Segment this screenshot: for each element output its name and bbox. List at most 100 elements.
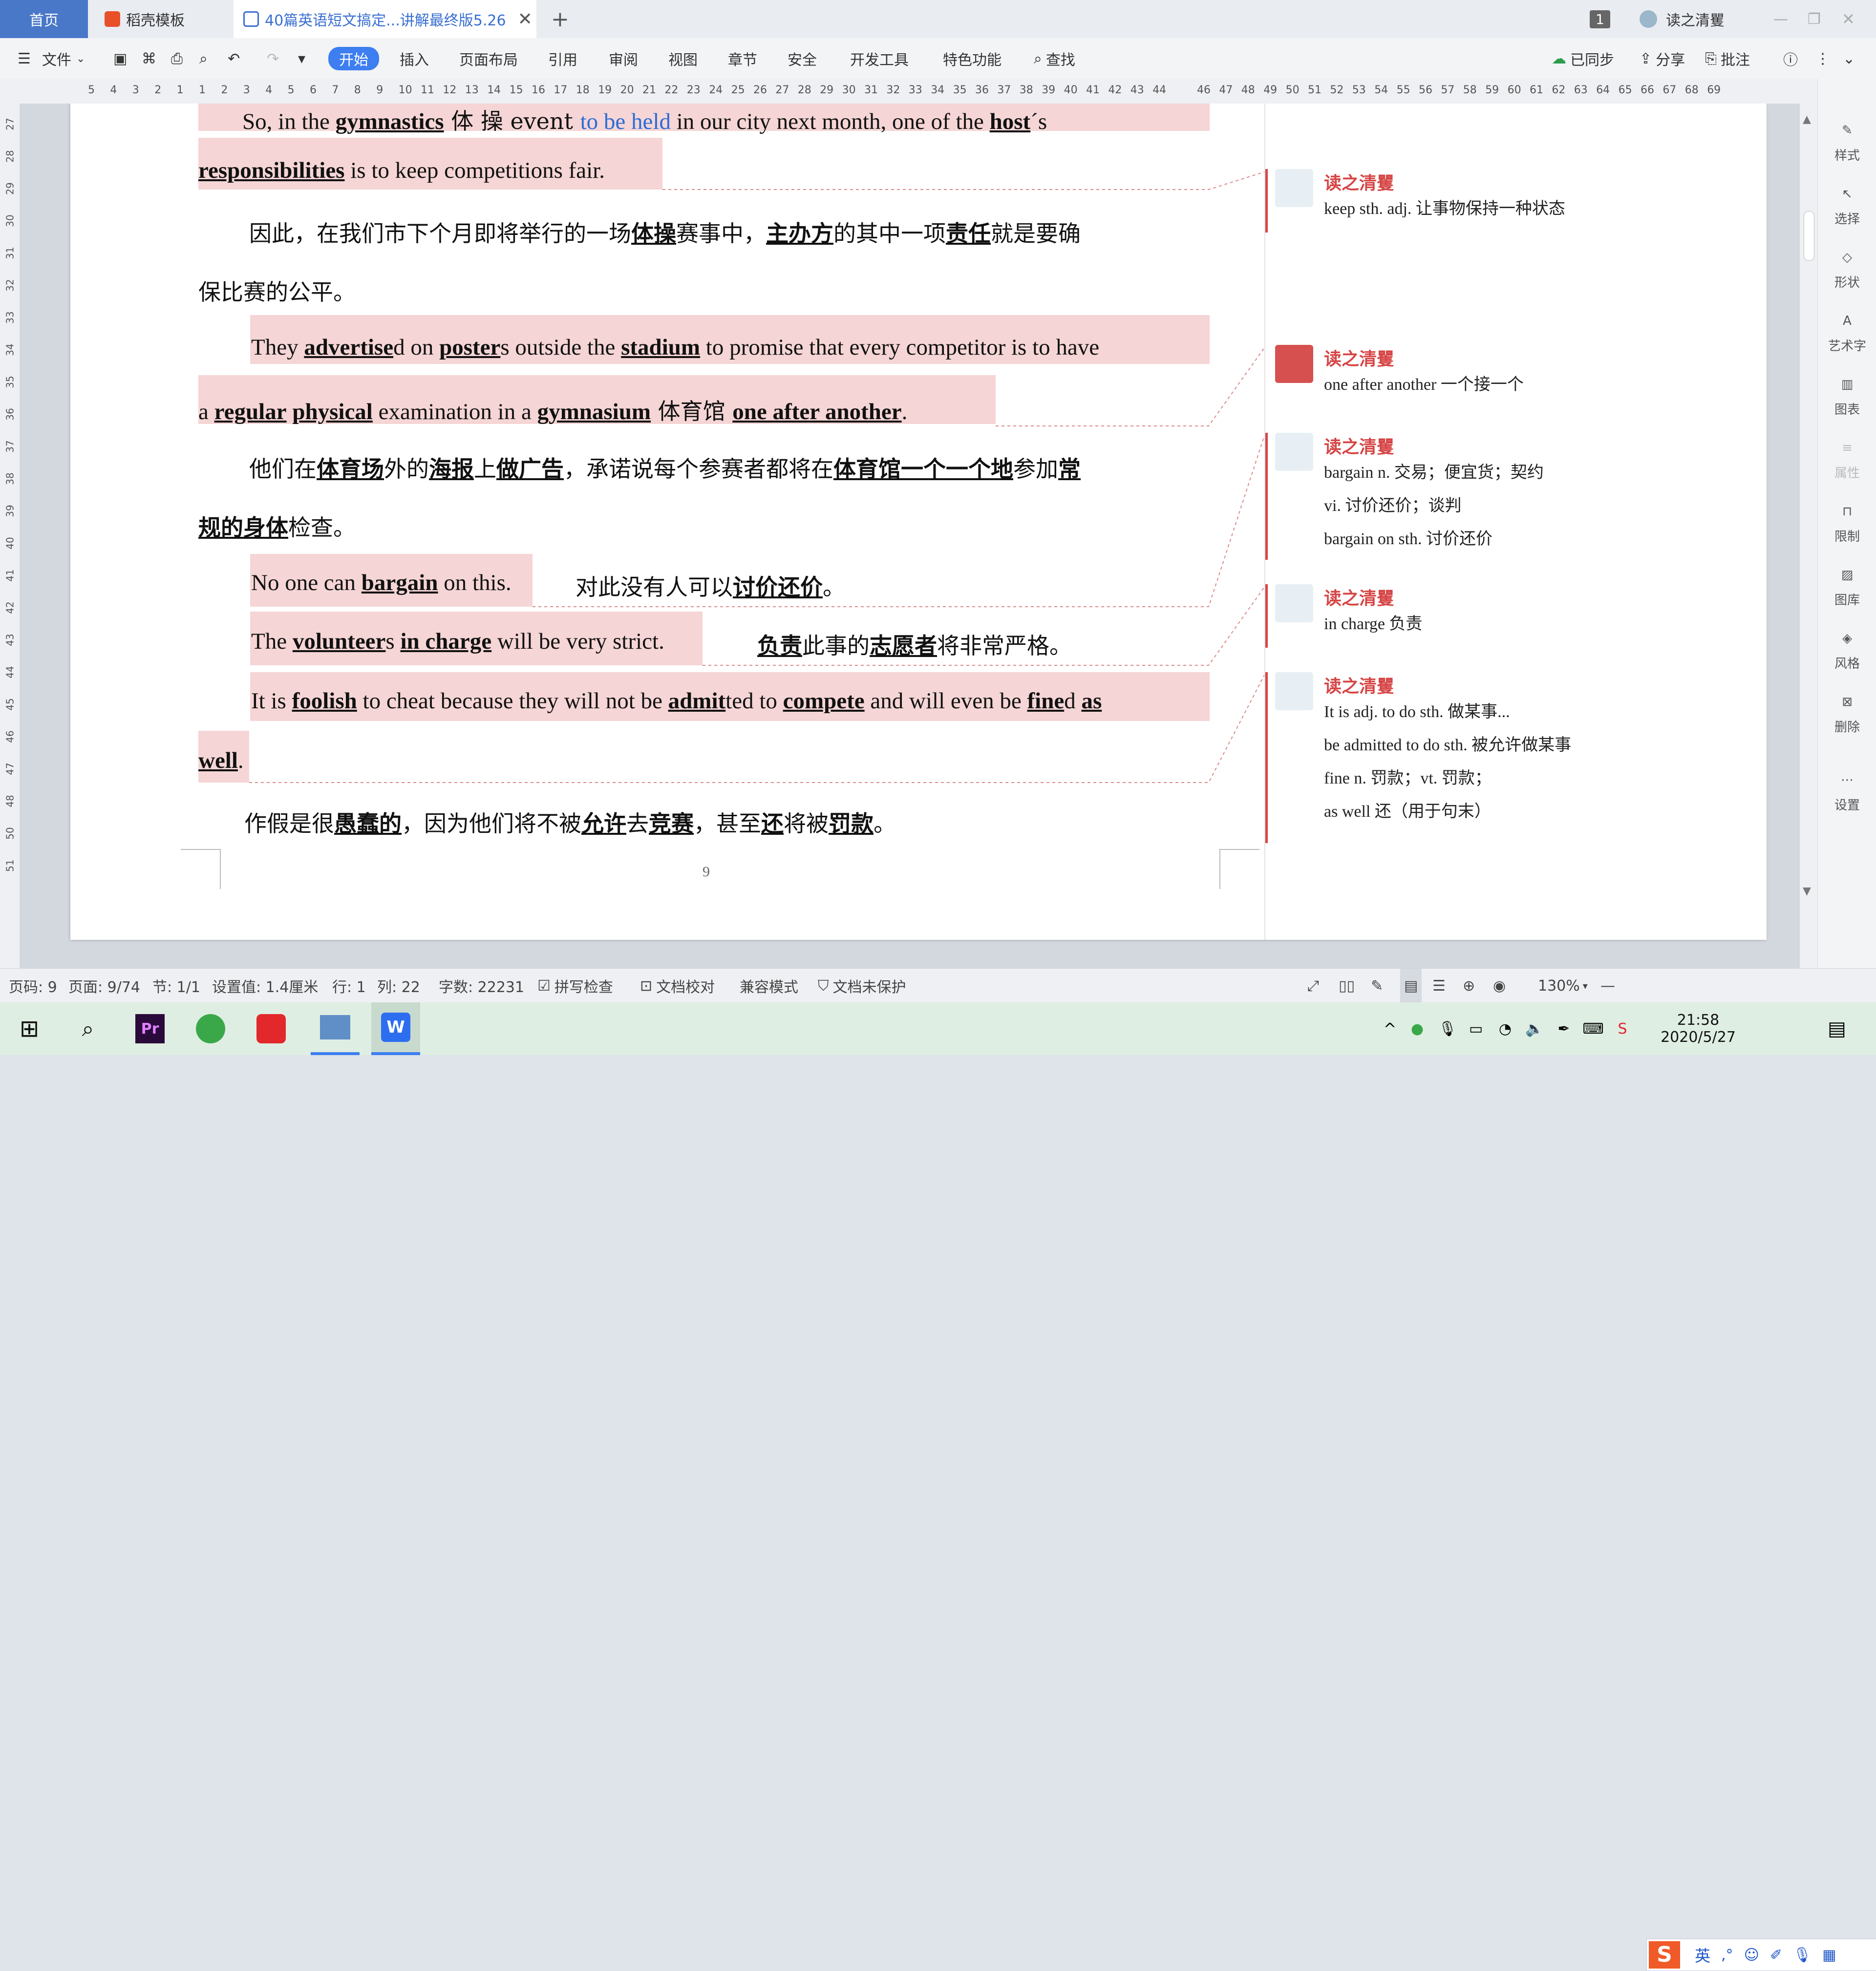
more-icon[interactable]: ⋮ — [1815, 38, 1830, 79]
shape-tool[interactable]: ◇ 形状 — [1818, 250, 1876, 291]
delete-tool[interactable]: ⊠ 删除 — [1818, 695, 1876, 735]
grid-icon[interactable]: ▦ — [1822, 1947, 1836, 1964]
ime-tray-icon[interactable]: ⌨ — [1581, 1002, 1605, 1055]
print-preview-icon[interactable]: ⌕ — [199, 38, 208, 79]
handwrite-icon[interactable]: ✐ — [1770, 1947, 1782, 1964]
user-account[interactable]: 读之清矍 — [1640, 0, 1725, 38]
tab-references[interactable]: 引用 — [548, 38, 577, 79]
premiere-app[interactable]: Pr — [128, 1002, 172, 1055]
status-setting[interactable]: 设置值: 1.4厘米 — [212, 969, 318, 1003]
ime-toolbar[interactable]: S 英 ,° ☺ ✐ 🎙 ▦ — [1646, 1939, 1876, 1971]
chart-tool[interactable]: ▥ 图表 — [1818, 377, 1876, 418]
wordart-tool[interactable]: A 艺术字 — [1818, 314, 1876, 354]
wps-app[interactable]: W — [371, 1002, 420, 1055]
file-menu[interactable]: 文件 ⌄ — [42, 38, 85, 79]
minimize-icon[interactable]: — — [1773, 0, 1788, 38]
tab-document[interactable]: 40篇英语短文搞定...讲解最终版5.26 ✕ — [234, 0, 536, 38]
emoji-icon[interactable]: ☺ — [1744, 1947, 1759, 1964]
comment-card[interactable]: 读之清矍 keep sth. adj. 让事物保持一种状态 — [1265, 169, 1754, 233]
status-section[interactable]: 节: 1/1 — [152, 969, 200, 1003]
annotate-button[interactable]: ⎘ 批注 — [1705, 38, 1750, 79]
tab-home[interactable]: 首页 — [0, 0, 88, 38]
tab-start[interactable]: 开始 — [328, 47, 379, 70]
gallery-tool[interactable]: ▨ 图库 — [1818, 568, 1876, 608]
select-tool[interactable]: ↖ 选择 — [1818, 187, 1876, 227]
reading-mode-icon[interactable]: ▯▯ — [1339, 969, 1355, 1003]
mic-icon[interactable]: 🎙 — [1793, 1947, 1812, 1964]
status-page-code[interactable]: 页码: 9 — [9, 969, 57, 1003]
tab-chapter[interactable]: 章节 — [728, 38, 757, 79]
share-button[interactable]: ⇪ 分享 — [1640, 38, 1685, 79]
new-tab-icon[interactable]: + — [551, 0, 569, 38]
tray-app-icon[interactable]: ● — [1405, 1002, 1429, 1055]
scroll-up-icon[interactable]: ▲ — [1803, 113, 1811, 126]
collapse-ribbon-icon[interactable]: ⌄ — [1843, 38, 1855, 79]
sync-button[interactable]: ☁ 已同步 — [1552, 38, 1614, 79]
fullscreen-icon[interactable]: ⤢ — [1307, 969, 1319, 1003]
battery-icon[interactable]: ▭ — [1464, 1002, 1488, 1055]
tab-features[interactable]: 特色功能 — [943, 38, 1002, 79]
maximize-icon[interactable]: ❐ — [1808, 0, 1821, 38]
proofread-button[interactable]: ⊡ 文档校对 — [640, 969, 715, 1003]
sogou-tray-icon[interactable]: S — [1610, 1002, 1635, 1055]
status-row[interactable]: 行: 1 — [332, 969, 366, 1003]
vertical-ruler[interactable]: 27 28 29 30 31 32 33 34 35 36 37 38 39 40 41 42 43 44 45 46… — [0, 104, 20, 968]
print-icon[interactable]: ⎙ — [171, 38, 183, 79]
menu-icon[interactable]: ☰ — [18, 38, 31, 79]
vertical-scrollbar[interactable]: ▲ ▼ — [1800, 104, 1817, 968]
browser-app[interactable] — [189, 1002, 233, 1055]
horizontal-ruler[interactable]: 5 4 3 2 1 1 2 3 4 5 6 7 8 9 10 11 12 13 14 15 16 17 18 19 20 21 22… — [0, 79, 1876, 104]
scroll-down-icon[interactable]: ▼ — [1803, 885, 1811, 897]
taskbar-search-icon[interactable]: ⌕ — [68, 1002, 107, 1055]
properties-tool[interactable]: ≡ 属性 — [1818, 441, 1876, 481]
style-theme-tool[interactable]: ◈ 风格 — [1818, 631, 1876, 672]
status-page[interactable]: 页面: 9/74 — [68, 969, 140, 1003]
comment-card[interactable]: 读之清矍 one after another 一个接一个 — [1265, 345, 1754, 408]
search-button[interactable]: ⌕ 查找 — [1034, 38, 1075, 79]
undo-icon[interactable]: ↶ — [228, 38, 240, 79]
pen-tray-icon[interactable]: ✒ — [1552, 1002, 1576, 1055]
close-window-icon[interactable]: ✕ — [1842, 0, 1855, 38]
comment-card[interactable]: 读之清矍 in charge 负责 — [1265, 584, 1754, 648]
help-icon[interactable]: ⓘ — [1783, 38, 1798, 79]
page-view-icon[interactable]: ▤ — [1400, 969, 1422, 1003]
status-col[interactable]: 列: 22 — [377, 969, 420, 1003]
scrollbar-thumb[interactable] — [1804, 211, 1814, 261]
close-tab-icon[interactable]: ✕ — [518, 9, 533, 29]
tray-mic-icon[interactable]: 🎙 — [1435, 1002, 1460, 1055]
zoom-level[interactable]: 130% ▾ — [1538, 969, 1588, 1003]
restrict-tool[interactable]: ⊓ 限制 — [1818, 504, 1876, 545]
wifi-icon[interactable]: ◔ — [1493, 1002, 1517, 1055]
format-painter-icon[interactable]: ⌘ — [142, 38, 156, 79]
redo-icon[interactable]: ↷ — [267, 38, 279, 79]
tab-layout[interactable]: 页面布局 — [459, 38, 518, 79]
notification-icon[interactable]: ▤ — [1817, 1002, 1856, 1055]
edit-mode-icon[interactable]: ✎ — [1371, 969, 1383, 1003]
desktop-app[interactable] — [311, 1002, 360, 1055]
protect-status[interactable]: ⛉ 文档未保护 — [818, 969, 906, 1003]
customize-icon[interactable]: ▾ — [298, 38, 305, 79]
punctuation-icon[interactable]: ,° — [1721, 1947, 1733, 1964]
styles-tool[interactable]: ✎ 样式 — [1818, 123, 1876, 164]
window-count-badge[interactable]: 1 — [1590, 0, 1610, 38]
settings-tool[interactable]: ⋯ 设置 — [1818, 773, 1876, 813]
web-view-icon[interactable]: ⊕ — [1463, 969, 1475, 1003]
ime-mode[interactable]: 英 — [1695, 1944, 1710, 1966]
tab-view[interactable]: 视图 — [668, 38, 698, 79]
tab-security[interactable]: 安全 — [788, 38, 817, 79]
clock[interactable]: 21:58 2020/5/27 — [1649, 1002, 1747, 1055]
comment-card[interactable]: 读之清矍 bargain n. 交易；便宜货；契约 vi. 讨价还价；谈判 barg… — [1265, 433, 1754, 560]
outline-view-icon[interactable]: ☰ — [1432, 969, 1446, 1003]
tab-review[interactable]: 审阅 — [609, 38, 638, 79]
tab-insert[interactable]: 插入 — [400, 38, 429, 79]
comment-card[interactable]: 读之清矍 It is adj. to do sth. 做某事... be admi… — [1265, 672, 1754, 843]
youdao-app[interactable] — [249, 1002, 293, 1055]
eye-protect-icon[interactable]: ◉ — [1493, 969, 1506, 1003]
save-icon[interactable]: ▣ — [113, 38, 127, 79]
volume-icon[interactable]: 🔈 — [1522, 1002, 1547, 1055]
tab-template[interactable]: 稻壳模板 — [93, 0, 230, 38]
tab-developer[interactable]: 开发工具 — [850, 38, 909, 79]
zoom-out-icon[interactable]: — — [1600, 969, 1615, 1003]
tray-expand-icon[interactable]: ^ — [1378, 1002, 1402, 1055]
spell-check-button[interactable]: ☑ 拼写检查 — [537, 969, 613, 1003]
